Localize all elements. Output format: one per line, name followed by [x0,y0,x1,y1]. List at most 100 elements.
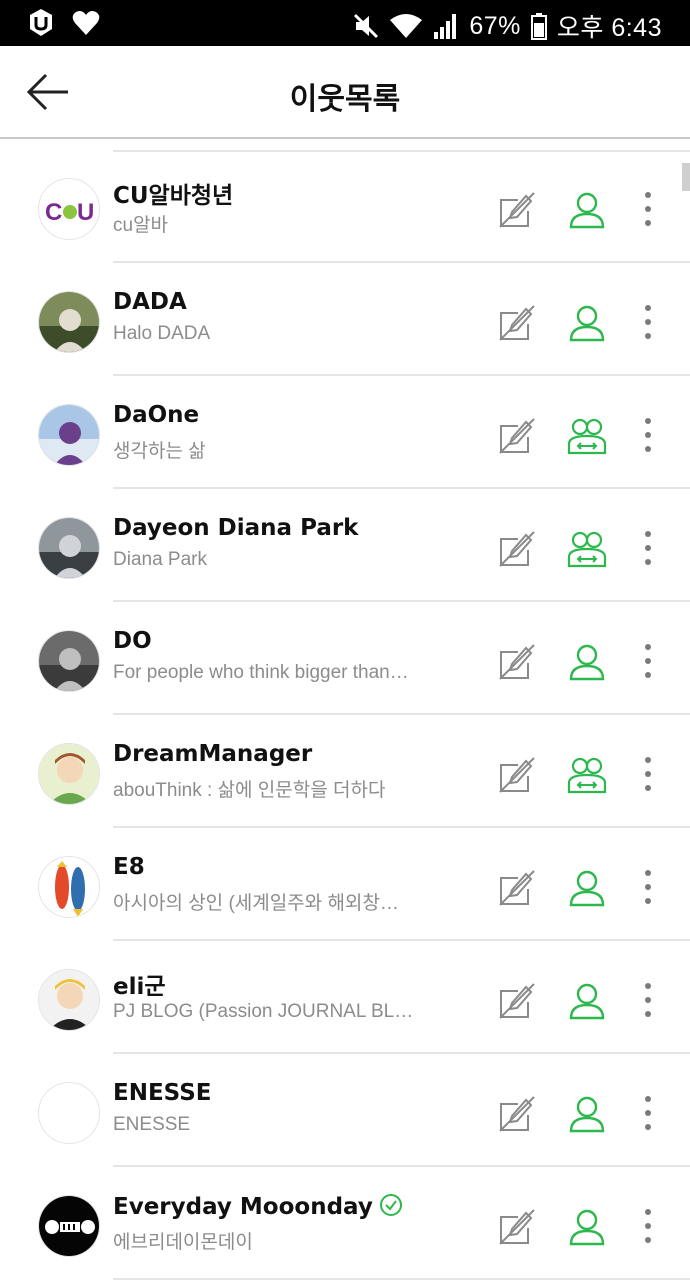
more-dot [645,870,651,876]
avatar[interactable] [38,404,100,466]
neighbor-button[interactable] [567,868,607,908]
avatar[interactable] [38,856,100,918]
neighbor-icon [569,1096,605,1133]
neighbor-row[interactable]: DO For people who think bigger than… [0,602,690,715]
more-options-button[interactable] [636,757,660,791]
more-dot [645,672,651,678]
neighbor-row[interactable]: C U CU알바청년 cu알바 [0,150,690,263]
more-dot [645,644,651,650]
more-dot [645,785,651,791]
notification-toggle-button[interactable] [498,1208,536,1246]
neighbor-row[interactable]: Dayeon Diana Park Diana Park [0,489,690,602]
more-dot [645,418,651,424]
neighbor-row[interactable]: DADA Halo DADA [0,263,690,376]
more-dot [645,559,651,565]
more-options-button[interactable] [636,644,660,678]
scrollbar[interactable] [682,163,690,191]
neighbor-name-text: DaOne [113,402,200,428]
neighbor-icon [569,192,605,229]
more-options-button[interactable] [636,531,660,565]
neighbor-button[interactable] [567,642,607,682]
avatar[interactable] [38,1195,100,1257]
avatar[interactable]: C U [38,178,100,240]
avatar[interactable] [38,743,100,805]
neighbor-icon [569,870,605,907]
notification-toggle-button[interactable] [498,869,536,907]
more-dot [645,319,651,325]
svg-text:C: C [45,199,62,226]
avatar[interactable] [38,517,100,579]
svg-text:U: U [77,199,94,226]
avatar[interactable] [38,1082,100,1144]
more-options-button[interactable] [636,305,660,339]
notification-toggle-button[interactable] [498,191,536,229]
neighbor-name-text: Dayeon Diana Park [113,515,359,541]
carrier-u-icon [30,9,52,36]
more-dot [645,531,651,537]
neighbor-description: Diana Park [113,549,207,570]
neighbor-button[interactable] [567,303,607,343]
more-dot [645,983,651,989]
mutual-neighbor-button[interactable] [567,416,607,456]
more-dot [645,757,651,763]
neighbor-description: PJ BLOG (Passion JOURNAL BL… [113,1001,414,1022]
neighbor-name-text: Everyday Mooonday [113,1194,373,1220]
notification-toggle-button[interactable] [498,1095,536,1133]
mutual-neighbor-button[interactable] [567,529,607,569]
more-dot [645,206,651,212]
neighbor-description: 아시아의 상인 (세계일주와 해외창… [113,893,399,914]
more-dot [645,545,651,551]
avatar[interactable] [38,291,100,353]
neighbor-name: DaOne [113,402,199,428]
notification-off-icon [499,192,535,228]
status-bar: 67% 오후 6:43 [0,0,690,46]
neighbor-row[interactable]: E8 아시아의 상인 (세계일주와 해외창… [0,828,690,941]
neighbor-row[interactable]: ENESSE ENESSE [0,1054,690,1167]
notification-off-icon [499,644,535,680]
neighbor-row[interactable]: Everyday Mooonday 에브리데이몬데이 [0,1167,690,1280]
neighbor-row[interactable]: DreamManager abouThink : 삶에 인문학을 더하다 [0,715,690,828]
notification-toggle-button[interactable] [498,304,536,342]
notification-toggle-button[interactable] [498,417,536,455]
avatar[interactable] [38,630,100,692]
more-options-button[interactable] [636,1209,660,1243]
neighbor-name: DO [113,628,152,654]
notification-off-icon [499,870,535,906]
notification-toggle-button[interactable] [498,982,536,1020]
more-options-button[interactable] [636,192,660,226]
neighbor-row[interactable]: DaOne 생각하는 삶 [0,376,690,489]
more-options-button[interactable] [636,418,660,452]
neighbor-row[interactable]: eli군 PJ BLOG (Passion JOURNAL BL… [0,941,690,1054]
neighbor-description: ENESSE [113,1114,191,1135]
more-options-button[interactable] [636,1096,660,1130]
notification-toggle-button[interactable] [498,756,536,794]
mutual-neighbor-icon [567,531,607,568]
verified-check-icon [379,1194,402,1216]
neighbor-name-text: ENESSE [113,1080,212,1106]
neighbor-name-text: E8 [113,854,145,880]
neighbor-name: eli군 [113,967,166,1001]
mute-icon [354,13,379,39]
neighbor-button[interactable] [567,981,607,1021]
notification-off-icon [499,305,535,341]
more-dot [645,1223,651,1229]
more-dot [645,1096,651,1102]
neighbor-icon [569,305,605,342]
neighbor-button[interactable] [567,1094,607,1134]
wifi-icon [390,14,423,38]
neighbor-button[interactable] [567,1207,607,1247]
more-options-button[interactable] [636,983,660,1017]
avatar[interactable] [38,969,100,1031]
notification-toggle-button[interactable] [498,530,536,568]
notification-toggle-button[interactable] [498,643,536,681]
neighbor-button[interactable] [567,190,607,230]
neighbor-name: DreamManager [113,741,312,767]
neighbor-icon [569,983,605,1020]
more-options-button[interactable] [636,870,660,904]
mutual-neighbor-icon [567,757,607,794]
neighbor-name: DADA [113,289,187,315]
notification-off-icon [499,531,535,567]
battery-icon [530,13,547,40]
mutual-neighbor-button[interactable] [567,755,607,795]
more-dot [645,658,651,664]
